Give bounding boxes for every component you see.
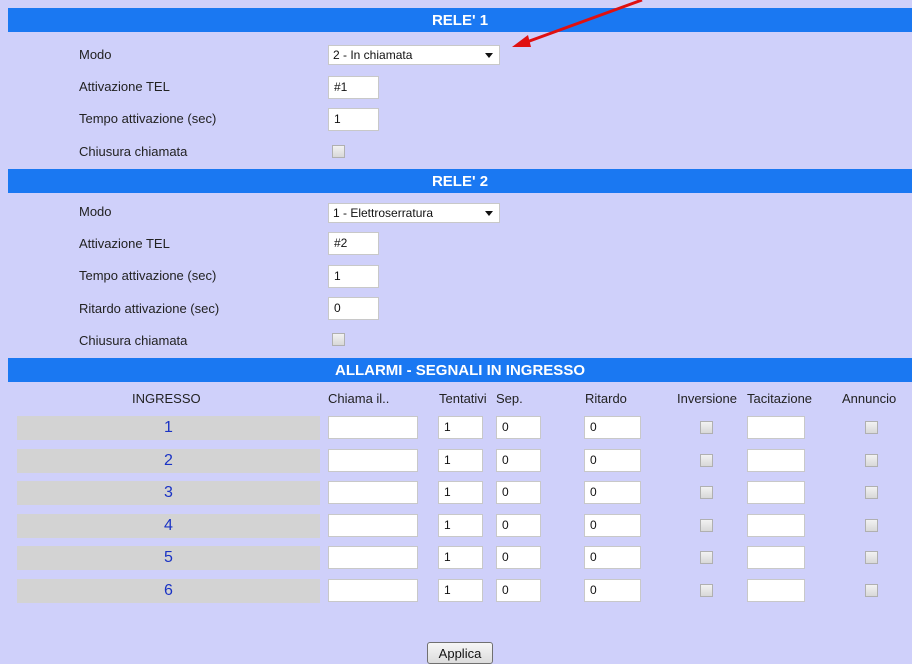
inversione-checkbox[interactable] bbox=[700, 584, 713, 597]
rele1-header: RELE' 1 bbox=[8, 8, 912, 32]
annuncio-checkbox[interactable] bbox=[865, 551, 878, 564]
inversione-checkbox[interactable] bbox=[700, 421, 713, 434]
ritardo-input[interactable]: 0 bbox=[584, 449, 641, 472]
rele2-chiusura-checkbox[interactable] bbox=[332, 333, 345, 346]
tentativi-input[interactable]: 1 bbox=[438, 546, 483, 569]
chiama-input[interactable] bbox=[328, 546, 418, 569]
annuncio-checkbox[interactable] bbox=[865, 421, 878, 434]
tacitazione-input[interactable] bbox=[747, 579, 805, 602]
tacitazione-input[interactable] bbox=[747, 449, 805, 472]
tacitazione-input[interactable] bbox=[747, 416, 805, 439]
sep-input[interactable]: 0 bbox=[496, 416, 541, 439]
rele1-modo-value: 2 - In chiamata bbox=[333, 48, 413, 62]
ritardo-input[interactable]: 0 bbox=[584, 579, 641, 602]
col-ingresso-header: INGRESSO bbox=[132, 391, 201, 406]
rele2-ritardo-input[interactable]: 0 bbox=[328, 297, 379, 320]
ingresso-cell: 2 bbox=[17, 449, 320, 473]
rele2-attivazione-input[interactable]: #2 bbox=[328, 232, 379, 255]
ingresso-cell: 4 bbox=[17, 514, 320, 538]
tentativi-input[interactable]: 1 bbox=[438, 579, 483, 602]
chiama-input[interactable] bbox=[328, 416, 418, 439]
rele2-attivazione-label: Attivazione TEL bbox=[79, 236, 170, 251]
col-chiama-header: Chiama il.. bbox=[328, 391, 390, 406]
sep-input[interactable]: 0 bbox=[496, 481, 541, 504]
inversione-checkbox[interactable] bbox=[700, 486, 713, 499]
rele2-header: RELE' 2 bbox=[8, 169, 912, 193]
ingresso-cell: 5 bbox=[17, 546, 320, 570]
chiama-input[interactable] bbox=[328, 449, 418, 472]
allarmi-header: ALLARMI - SEGNALI IN INGRESSO bbox=[8, 358, 912, 382]
annuncio-checkbox[interactable] bbox=[865, 519, 878, 532]
rele1-attivazione-input[interactable]: #1 bbox=[328, 76, 379, 99]
rele1-modo-label: Modo bbox=[79, 47, 112, 62]
rele2-ritardo-label: Ritardo attivazione (sec) bbox=[79, 301, 220, 316]
tacitazione-input[interactable] bbox=[747, 481, 805, 504]
sep-input[interactable]: 0 bbox=[496, 514, 541, 537]
col-inversione-header: Inversione bbox=[677, 391, 737, 406]
tacitazione-input[interactable] bbox=[747, 546, 805, 569]
rele2-tempo-input[interactable]: 1 bbox=[328, 265, 379, 288]
rele1-chiusura-checkbox[interactable] bbox=[332, 145, 345, 158]
ingresso-cell: 1 bbox=[17, 416, 320, 440]
sep-input[interactable]: 0 bbox=[496, 546, 541, 569]
rele1-tempo-input[interactable]: 1 bbox=[328, 108, 379, 131]
rele1-tempo-label: Tempo attivazione (sec) bbox=[79, 111, 217, 126]
rele2-modo-value: 1 - Elettroserratura bbox=[333, 206, 434, 220]
ritardo-input[interactable]: 0 bbox=[584, 514, 641, 537]
tentativi-input[interactable]: 1 bbox=[438, 449, 483, 472]
ritardo-input[interactable]: 0 bbox=[584, 416, 641, 439]
annuncio-checkbox[interactable] bbox=[865, 584, 878, 597]
sep-input[interactable]: 0 bbox=[496, 579, 541, 602]
chiama-input[interactable] bbox=[328, 481, 418, 504]
col-tacitazione-header: Tacitazione bbox=[747, 391, 813, 406]
ingresso-cell: 6 bbox=[17, 579, 320, 603]
col-annuncio-header: Annuncio bbox=[842, 391, 897, 406]
chevron-down-icon bbox=[485, 53, 493, 58]
rele2-modo-select[interactable]: 1 - Elettroserratura bbox=[328, 203, 500, 223]
rele1-modo-select[interactable]: 2 - In chiamata bbox=[328, 45, 500, 65]
rele2-tempo-label: Tempo attivazione (sec) bbox=[79, 268, 217, 283]
ritardo-input[interactable]: 0 bbox=[584, 546, 641, 569]
tentativi-input[interactable]: 1 bbox=[438, 481, 483, 504]
ingresso-cell: 3 bbox=[17, 481, 320, 505]
annuncio-checkbox[interactable] bbox=[865, 454, 878, 467]
rele2-modo-label: Modo bbox=[79, 204, 112, 219]
chiama-input[interactable] bbox=[328, 514, 418, 537]
sep-input[interactable]: 0 bbox=[496, 449, 541, 472]
ritardo-input[interactable]: 0 bbox=[584, 481, 641, 504]
applica-button[interactable]: Applica bbox=[427, 642, 493, 664]
inversione-checkbox[interactable] bbox=[700, 551, 713, 564]
col-sep-header: Sep. bbox=[496, 391, 523, 406]
col-ritardo-header: Ritardo bbox=[585, 391, 627, 406]
chevron-down-icon bbox=[485, 211, 493, 216]
inversione-checkbox[interactable] bbox=[700, 454, 713, 467]
rele2-chiusura-label: Chiusura chiamata bbox=[79, 333, 188, 348]
tacitazione-input[interactable] bbox=[747, 514, 805, 537]
rele1-chiusura-label: Chiusura chiamata bbox=[79, 144, 188, 159]
tentativi-input[interactable]: 1 bbox=[438, 514, 483, 537]
annuncio-checkbox[interactable] bbox=[865, 486, 878, 499]
rele1-attivazione-label: Attivazione TEL bbox=[79, 79, 170, 94]
inversione-checkbox[interactable] bbox=[700, 519, 713, 532]
chiama-input[interactable] bbox=[328, 579, 418, 602]
col-tentativi-header: Tentativi bbox=[439, 391, 487, 406]
tentativi-input[interactable]: 1 bbox=[438, 416, 483, 439]
